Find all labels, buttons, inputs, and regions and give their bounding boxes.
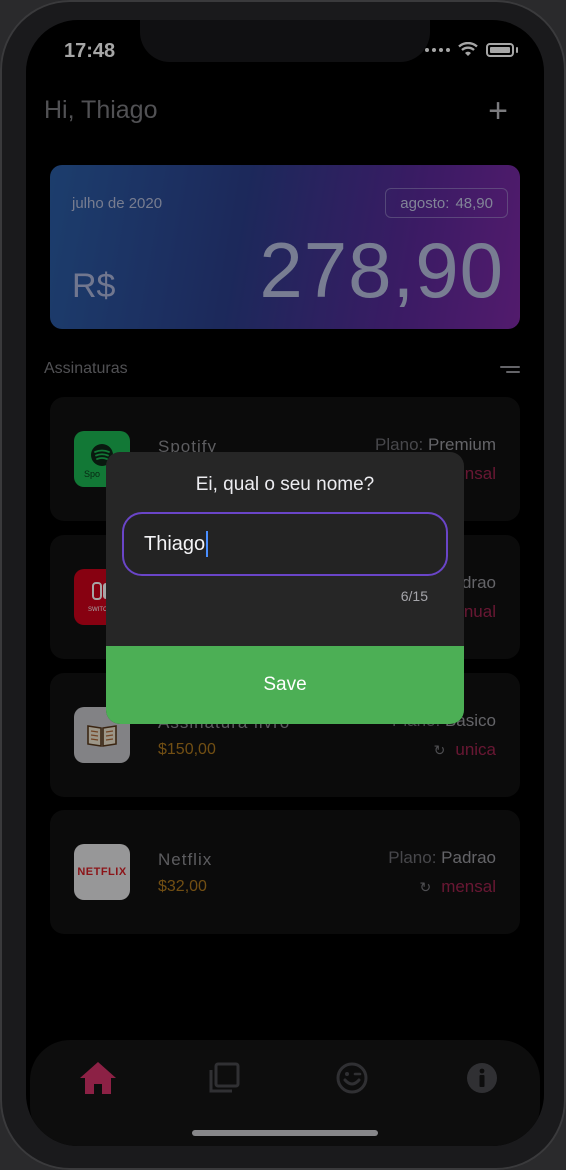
name-input[interactable]: Thiago <box>122 512 448 576</box>
dialog-title: Ei, qual o seu nome? <box>195 474 375 495</box>
name-input-value: Thiago <box>144 532 206 555</box>
text-caret <box>206 531 209 557</box>
name-dialog: Ei, qual o seu nome? Thiago 6/15 Save <box>106 452 464 724</box>
app-screen: 17:48 Hi, Thiago + julho de 2020 agosto:… <box>26 20 544 1146</box>
char-counter: 6/15 <box>400 588 428 604</box>
save-button[interactable]: Save <box>106 646 464 724</box>
